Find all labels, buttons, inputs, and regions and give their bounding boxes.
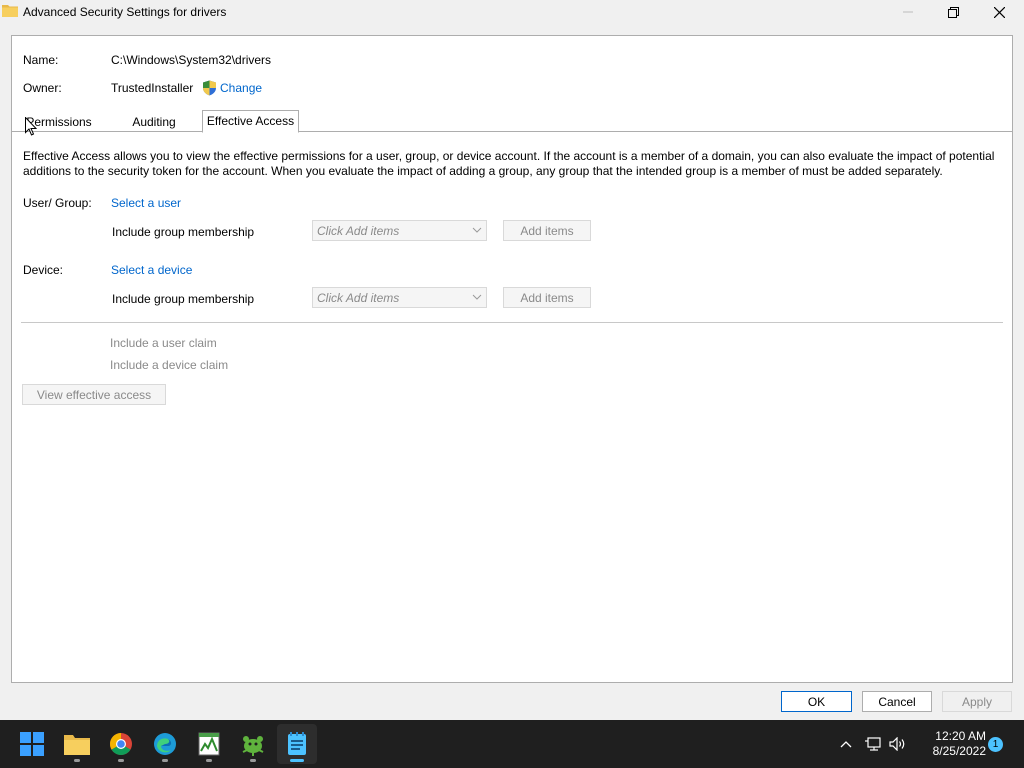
taskbar-file-explorer[interactable] <box>57 724 97 764</box>
network-button[interactable] <box>862 720 884 768</box>
change-owner-link[interactable]: Change <box>220 81 262 95</box>
settings-panel: Name: C:\Windows\System32\drivers Owner:… <box>11 35 1013 683</box>
minimize-icon <box>903 11 913 13</box>
greenshot-icon <box>242 736 264 756</box>
close-button[interactable] <box>976 0 1022 24</box>
start-button[interactable] <box>12 724 52 764</box>
task-manager-icon <box>198 732 220 756</box>
volume-button[interactable] <box>887 720 909 768</box>
chevron-down-icon <box>472 227 482 233</box>
owner-label: Owner: <box>23 81 62 95</box>
owner-value: TrustedInstaller <box>111 81 194 95</box>
taskbar-greenshot[interactable] <box>233 724 273 764</box>
restore-button[interactable] <box>930 0 976 24</box>
view-effective-access-button[interactable]: View effective access <box>22 384 166 405</box>
device-add-items-button[interactable]: Add items <box>503 287 591 308</box>
running-indicator <box>250 759 256 762</box>
user-include-group-membership-label: Include group membership <box>112 225 255 239</box>
show-hidden-icons-button[interactable] <box>836 720 856 768</box>
tab-effective-access[interactable]: Effective Access <box>202 110 299 133</box>
taskbar-task-manager[interactable] <box>189 724 229 764</box>
windows-start-icon <box>20 732 44 756</box>
clock-time: 12:20 AM <box>935 729 986 743</box>
title-bar: Advanced Security Settings for drivers <box>0 0 1024 24</box>
dropdown-value: Click Add items <box>317 224 400 238</box>
folder-icon <box>2 5 18 17</box>
running-indicator <box>206 759 212 762</box>
ok-button[interactable]: OK <box>781 691 852 712</box>
dropdown-value: Click Add items <box>317 291 400 305</box>
mouse-cursor-icon <box>25 117 37 136</box>
taskbar-edge[interactable] <box>145 724 185 764</box>
tab-divider <box>12 131 1012 132</box>
user-group-membership-dropdown[interactable]: Click Add items <box>312 220 487 241</box>
name-value: C:\Windows\System32\drivers <box>111 53 272 67</box>
include-device-claim-link[interactable]: Include a device claim <box>110 358 228 372</box>
apply-button[interactable]: Apply <box>942 691 1012 712</box>
notepad-icon <box>288 732 306 755</box>
taskbar: 12:20 AM 8/25/2022 <box>0 720 1024 768</box>
network-icon <box>865 737 881 751</box>
user-group-label: User/ Group: <box>23 196 92 210</box>
tab-auditing[interactable]: Auditing <box>122 112 186 132</box>
restore-icon <box>947 6 959 18</box>
section-separator <box>21 322 1003 323</box>
running-indicator <box>162 759 168 762</box>
close-icon <box>993 6 1005 18</box>
edge-icon <box>154 733 176 755</box>
chevron-up-icon <box>840 741 852 748</box>
active-indicator <box>290 759 304 762</box>
taskbar-clock[interactable]: 12:20 AM 8/25/2022 <box>912 729 986 759</box>
window-title: Advanced Security Settings for drivers <box>23 5 227 19</box>
cancel-button[interactable]: Cancel <box>862 691 932 712</box>
select-device-link[interactable]: Select a device <box>111 263 192 277</box>
device-label: Device: <box>23 263 64 277</box>
minimize-button[interactable] <box>885 0 931 24</box>
clock-date: 8/25/2022 <box>932 744 986 758</box>
device-include-group-membership-label: Include group membership <box>112 292 255 306</box>
chrome-icon <box>110 733 132 755</box>
file-explorer-icon <box>64 735 90 755</box>
select-user-link[interactable]: Select a user <box>111 196 181 210</box>
running-indicator <box>118 759 124 762</box>
user-add-items-button[interactable]: Add items <box>503 220 591 241</box>
chevron-down-icon <box>472 294 482 300</box>
uac-shield-icon <box>203 80 216 96</box>
taskbar-notepad[interactable] <box>277 724 317 764</box>
running-indicator <box>74 759 80 762</box>
speaker-icon <box>889 737 905 751</box>
notification-badge[interactable]: 1 <box>988 737 1003 752</box>
device-group-membership-dropdown[interactable]: Click Add items <box>312 287 487 308</box>
name-label: Name: <box>23 53 59 67</box>
effective-access-description: Effective Access allows you to view the … <box>23 149 995 178</box>
include-user-claim-link[interactable]: Include a user claim <box>110 336 217 350</box>
taskbar-chrome[interactable] <box>101 724 141 764</box>
